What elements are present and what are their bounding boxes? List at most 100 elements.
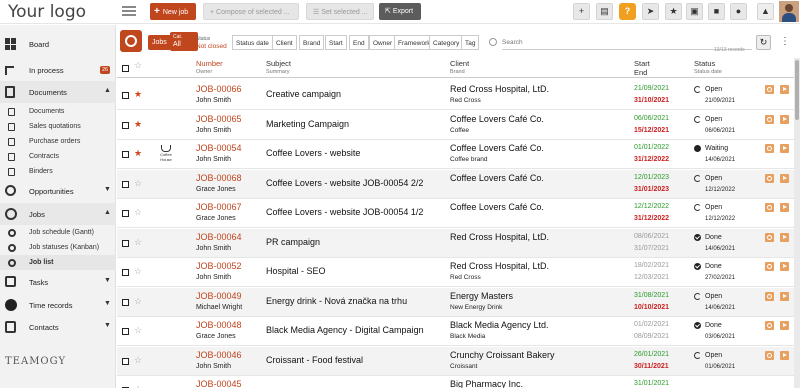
filter-brand[interactable]: Brand bbox=[299, 35, 325, 50]
inbox-icon[interactable]: ▣ bbox=[686, 3, 703, 20]
play-icon[interactable] bbox=[780, 144, 789, 153]
app-logo[interactable]: Your logo bbox=[8, 2, 86, 22]
notifications-icon[interactable]: ▲ bbox=[757, 3, 774, 20]
sidebar-subitem-contracts[interactable]: Contracts bbox=[0, 149, 116, 164]
table-row[interactable]: ☆ JOB-00068 Grace Jones Coffee Lovers - web… bbox=[117, 169, 795, 199]
filter-start[interactable]: Start bbox=[325, 35, 347, 50]
row-checkbox[interactable] bbox=[122, 151, 129, 158]
sidebar-item-board[interactable]: Board bbox=[0, 33, 116, 55]
filter-jobs-chip[interactable]: Jobs bbox=[148, 35, 171, 50]
play-icon[interactable] bbox=[780, 321, 789, 330]
table-row[interactable]: ☆ JOB-00046 John Smith Croissant - Food fes… bbox=[117, 346, 795, 376]
sidebar-subitem-job-schedule[interactable]: Job schedule (Gantt) bbox=[0, 225, 116, 240]
sidebar-subitem-job-statuses[interactable]: Job statuses (Kanban) bbox=[0, 240, 116, 255]
table-row[interactable]: ★ JOB-00066 John Smith Creative campaign Red… bbox=[117, 81, 795, 110]
filter-client[interactable]: Client bbox=[272, 35, 297, 50]
row-checkbox[interactable] bbox=[122, 328, 129, 335]
sidebar-item-in-process[interactable]: In process 26 bbox=[0, 59, 116, 81]
table-row[interactable]: ★ Coffee House JOB-00054 John Smith Coffee L… bbox=[117, 140, 795, 169]
job-subject[interactable]: Marketing Campaign bbox=[266, 119, 349, 129]
table-row[interactable]: ☆JOB-00045Big Pharmacy Inc.31/01/2021 bbox=[117, 376, 795, 388]
help-icon[interactable]: ? bbox=[619, 3, 636, 20]
favorite-star-icon[interactable]: ☆ bbox=[134, 267, 142, 276]
timer-icon[interactable] bbox=[765, 173, 774, 183]
job-subject[interactable]: Coffee Lovers - website JOB-00054 1/2 bbox=[266, 207, 423, 217]
column-status[interactable]: Status Status date bbox=[694, 59, 722, 77]
row-checkbox[interactable] bbox=[122, 269, 129, 276]
job-number-link[interactable]: JOB-00048 bbox=[196, 320, 242, 330]
job-subject[interactable]: Coffee Lovers - website bbox=[266, 148, 360, 158]
filter-category-chip[interactable]: Cat. All bbox=[170, 32, 198, 51]
sidebar-subitem-job-list[interactable]: Job list bbox=[0, 255, 116, 270]
job-subject[interactable]: Energy drink - Nová značka na trhu bbox=[266, 296, 407, 306]
filter-end[interactable]: End bbox=[349, 35, 369, 50]
timer-icon[interactable] bbox=[765, 114, 774, 124]
table-row[interactable]: ☆ JOB-00048 Grace Jones Black Media Agency … bbox=[117, 317, 795, 346]
job-number-link[interactable]: JOB-00066 bbox=[196, 84, 242, 94]
play-icon[interactable] bbox=[780, 203, 789, 212]
filter-status-date[interactable]: Status date bbox=[232, 35, 273, 50]
filter-tag[interactable]: Tag bbox=[461, 35, 480, 50]
timer-icon[interactable] bbox=[765, 144, 774, 153]
job-subject[interactable]: Coffee Lovers - website JOB-00054 2/2 bbox=[266, 178, 423, 188]
export-button[interactable]: ⇱ Export bbox=[379, 3, 421, 20]
favorite-star-icon[interactable]: ★ bbox=[134, 119, 142, 129]
table-row[interactable]: ☆ JOB-00067 Grace Jones Coffee Lovers - web… bbox=[117, 199, 795, 228]
job-subject[interactable]: Hospital - SEO bbox=[266, 266, 326, 276]
job-number-link[interactable]: JOB-00054 bbox=[196, 143, 242, 153]
job-number-link[interactable]: JOB-00065 bbox=[196, 114, 242, 124]
row-checkbox[interactable] bbox=[122, 357, 129, 365]
play-icon[interactable] bbox=[780, 232, 789, 242]
filter-status-chip[interactable]: Status Not closed bbox=[196, 36, 227, 51]
refresh-icon[interactable]: ↻ bbox=[756, 35, 771, 50]
timer-icon[interactable] bbox=[765, 203, 774, 212]
play-icon[interactable] bbox=[780, 291, 789, 301]
table-row[interactable]: ☆ JOB-00064 John Smith PR campaign Red Cross… bbox=[117, 228, 795, 258]
column-subject[interactable]: Subject Summary bbox=[266, 59, 291, 77]
favorite-star-icon[interactable]: ☆ bbox=[134, 355, 142, 365]
row-checkbox[interactable] bbox=[122, 180, 129, 188]
job-number-link[interactable]: JOB-00064 bbox=[196, 232, 242, 242]
favorite-star-icon[interactable]: ☆ bbox=[134, 208, 142, 217]
avatar[interactable] bbox=[779, 1, 799, 22]
row-checkbox[interactable] bbox=[122, 210, 129, 217]
filter-category[interactable]: Category bbox=[429, 35, 464, 50]
table-row[interactable]: ★ JOB-00065 John Smith Marketing Campaign Co… bbox=[117, 111, 795, 140]
sidebar-subitem-purchase-orders[interactable]: Purchase orders bbox=[0, 134, 116, 149]
sidebar-subitem-documents[interactable]: Documents bbox=[0, 104, 116, 119]
chat-icon[interactable]: ● bbox=[730, 3, 747, 20]
play-icon[interactable] bbox=[780, 350, 789, 360]
timer-icon[interactable] bbox=[765, 232, 774, 242]
favorite-star-icon[interactable]: ☆ bbox=[134, 296, 142, 306]
video-icon[interactable]: ■ bbox=[708, 3, 725, 20]
job-subject[interactable]: PR campaign bbox=[266, 237, 320, 247]
favorite-star-icon[interactable]: ★ bbox=[134, 90, 142, 99]
notes-icon[interactable]: ▤ bbox=[596, 3, 613, 20]
sidebar-subitem-binders[interactable]: Binders bbox=[0, 164, 116, 179]
sidebar-item-opportunities[interactable]: Opportunities ▼ bbox=[0, 180, 116, 202]
favorite-star-icon[interactable]: ☆ bbox=[134, 237, 142, 247]
play-icon[interactable] bbox=[780, 173, 789, 183]
select-all-checkbox[interactable] bbox=[122, 65, 129, 72]
sidebar-item-time-records[interactable]: Time records ▼ bbox=[0, 294, 116, 316]
job-subject[interactable]: Croissant - Food festival bbox=[266, 355, 363, 365]
timer-icon[interactable] bbox=[765, 350, 774, 360]
sidebar-item-jobs[interactable]: Jobs ▲ bbox=[0, 203, 116, 225]
favorite-star-icon[interactable]: ☆ bbox=[134, 178, 142, 188]
table-row[interactable]: ☆ JOB-00052 John Smith Hospital - SEO Red Cr… bbox=[117, 258, 795, 287]
play-icon[interactable] bbox=[780, 114, 789, 124]
favorite-star-icon[interactable]: ★ bbox=[134, 149, 142, 158]
job-number-link[interactable]: JOB-00045 bbox=[196, 379, 242, 388]
column-start[interactable]: Start End bbox=[634, 59, 650, 77]
play-icon[interactable] bbox=[780, 85, 789, 94]
row-checkbox[interactable] bbox=[122, 298, 129, 306]
job-number-link[interactable]: JOB-00067 bbox=[196, 202, 242, 212]
row-checkbox[interactable] bbox=[122, 92, 129, 99]
play-icon[interactable] bbox=[780, 262, 789, 271]
menu-icon[interactable] bbox=[122, 4, 136, 18]
job-subject[interactable]: Creative campaign bbox=[266, 89, 341, 99]
compose-selected-button[interactable]: + Compose of selected ... bbox=[203, 3, 299, 20]
favorite-star-icon[interactable]: ☆ bbox=[134, 326, 142, 335]
sidebar-item-documents[interactable]: Documents ▲ bbox=[0, 81, 116, 103]
timer-icon[interactable] bbox=[765, 262, 774, 271]
